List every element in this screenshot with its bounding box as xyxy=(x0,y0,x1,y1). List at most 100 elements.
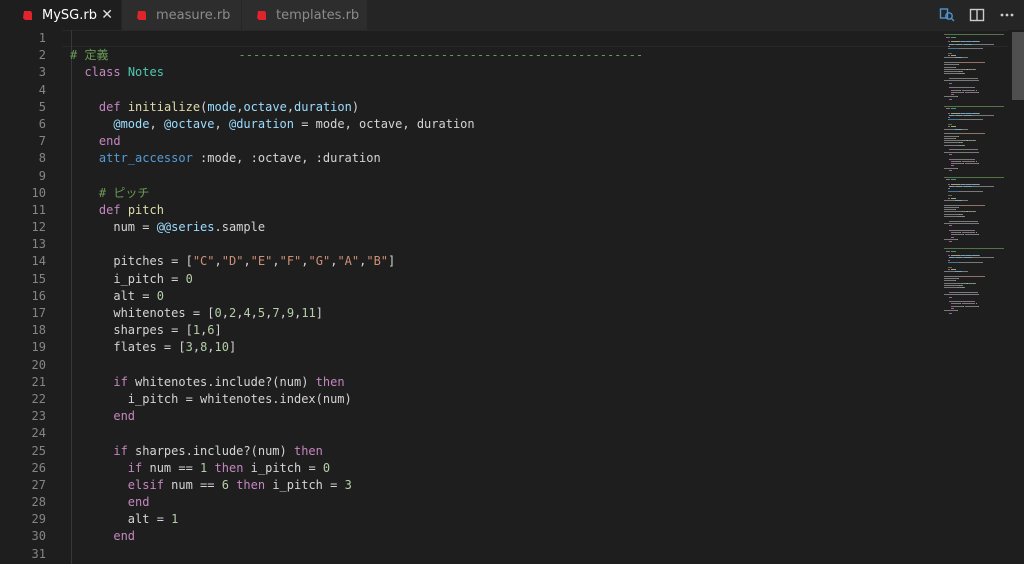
code-line[interactable]: # 定義 -----------------------------------… xyxy=(70,47,940,64)
minimap-stroke xyxy=(963,114,972,116)
minimap-stroke xyxy=(983,275,985,277)
code-token: num == xyxy=(142,460,201,475)
line-number: 10 xyxy=(31,185,46,200)
tab-mysg-rb[interactable]: MySG.rb ✕ xyxy=(0,0,122,30)
minimap-stroke xyxy=(983,61,985,63)
code-line[interactable]: elsif num == 6 then i_pitch = 3 xyxy=(70,477,940,494)
minimap[interactable] xyxy=(944,30,1006,564)
code-line[interactable] xyxy=(70,82,940,99)
minimap-stroke xyxy=(944,137,955,139)
minimap-stroke xyxy=(971,114,995,116)
close-tab-icon[interactable]: ✕ xyxy=(101,7,113,23)
split-editor-icon[interactable] xyxy=(969,7,985,23)
minimap-stroke xyxy=(974,68,976,70)
minimap-stroke xyxy=(949,170,953,171)
vertical-scrollbar[interactable] xyxy=(1010,30,1024,564)
minimap-stroke xyxy=(958,278,960,280)
code-line[interactable]: alt = 1 xyxy=(70,511,940,528)
code-token: i_pitch = xyxy=(265,477,345,492)
code-token: 4 xyxy=(243,306,251,320)
tab-templates-rb[interactable]: templates.rb xyxy=(242,0,368,30)
line-number: 1 xyxy=(38,31,46,45)
more-actions-icon[interactable] xyxy=(999,7,1015,23)
code-lines[interactable]: # 定義 -----------------------------------… xyxy=(70,30,940,563)
code-line[interactable]: end xyxy=(70,494,940,511)
minimap-stroke xyxy=(956,310,958,312)
minimap-stroke xyxy=(958,206,960,208)
code-line[interactable]: attr_accessor :mode, :octave, :duration xyxy=(70,150,940,167)
code-line[interactable]: i_pitch = 0 xyxy=(70,271,940,288)
code-line[interactable]: whitenotes = [0,2,4,5,7,9,11] xyxy=(70,305,940,322)
code-line[interactable]: @mode, @octave, @duration = mode, octave… xyxy=(70,116,940,133)
scrollbar-thumb[interactable] xyxy=(1012,32,1024,100)
minimap-stroke xyxy=(947,112,951,114)
code-line[interactable] xyxy=(70,236,940,253)
code-line[interactable] xyxy=(70,357,940,374)
line-number: 31 xyxy=(31,546,46,561)
minimap-stroke xyxy=(947,52,953,54)
code-line[interactable] xyxy=(70,168,940,185)
code-line[interactable]: # ピッチ xyxy=(70,185,940,202)
minimap-stroke xyxy=(954,57,962,59)
minimap-stroke xyxy=(944,271,955,273)
code-line[interactable] xyxy=(70,425,940,442)
code-line[interactable]: end xyxy=(70,528,940,545)
line-number: 15 xyxy=(31,271,46,286)
minimap-stroke xyxy=(947,195,953,197)
code-line[interactable]: end xyxy=(70,408,940,425)
code-token: , xyxy=(214,116,229,131)
code-line[interactable]: def initialize(mode,octave,duration) xyxy=(70,99,940,116)
code-line[interactable] xyxy=(70,546,940,563)
code-line[interactable]: num = @@series.sample xyxy=(70,219,940,236)
code-token: , xyxy=(207,340,215,355)
minimap-stroke xyxy=(963,287,965,289)
minimap-stroke xyxy=(956,239,958,240)
code-line[interactable]: i_pitch = whitenotes.index(num) xyxy=(70,391,940,408)
minimap-stroke xyxy=(949,312,953,314)
code-token: 6 xyxy=(207,323,215,338)
minimap-stroke xyxy=(962,285,963,286)
code-token: 3 xyxy=(344,477,352,492)
tab-measure-rb[interactable]: measure.rb xyxy=(122,0,242,30)
minimap-stroke xyxy=(971,41,980,43)
code-line[interactable]: class Notes xyxy=(70,64,940,81)
code-line[interactable]: def pitch xyxy=(70,202,940,219)
line-number: 30 xyxy=(31,529,46,544)
compare-changes-icon[interactable] xyxy=(939,7,955,23)
code-token: , xyxy=(250,306,258,320)
code-line[interactable] xyxy=(70,30,940,47)
code-token: , xyxy=(279,306,287,320)
code-line[interactable]: if whitenotes.include?(num) then xyxy=(70,374,940,391)
minimap-stroke xyxy=(954,66,956,68)
minimap-stroke xyxy=(955,305,963,307)
code-line[interactable]: end xyxy=(70,133,940,150)
code-token: 6 xyxy=(221,477,229,492)
code-token: octave xyxy=(243,99,287,114)
code-line[interactable]: pitches = ["C","D","E","F","G","A","B"] xyxy=(70,253,940,270)
minimap-stroke xyxy=(954,209,956,211)
line-number: 25 xyxy=(31,443,46,458)
line-number: 18 xyxy=(31,323,46,338)
code-line[interactable]: if num == 1 then i_pitch = 0 xyxy=(70,460,940,477)
code-token: , xyxy=(149,116,164,131)
code-line[interactable]: flates = [3,8,10] xyxy=(70,339,940,356)
code-editor[interactable]: 1 2 3 4 5 6 7 8 9 10 11 12 13 14 15 16 17 18 19 20 21 22 23 24 2… xyxy=(0,30,1024,564)
minimap-stroke xyxy=(944,34,1004,36)
minimap-stroke xyxy=(958,64,960,66)
minimap-stroke xyxy=(947,188,951,190)
code-token: alt = xyxy=(70,512,172,527)
code-token: "D" xyxy=(221,254,244,269)
code-line[interactable]: if sharpes.include?(num) then xyxy=(70,443,940,460)
minimap-stroke xyxy=(971,183,980,185)
code-token: ] xyxy=(315,306,323,320)
code-line[interactable]: alt = 0 xyxy=(70,288,940,305)
minimap-stroke xyxy=(947,197,951,199)
code-token: "A" xyxy=(337,254,360,269)
minimap-stroke xyxy=(974,78,979,79)
code-line[interactable]: sharpes = [1,6] xyxy=(70,322,940,339)
